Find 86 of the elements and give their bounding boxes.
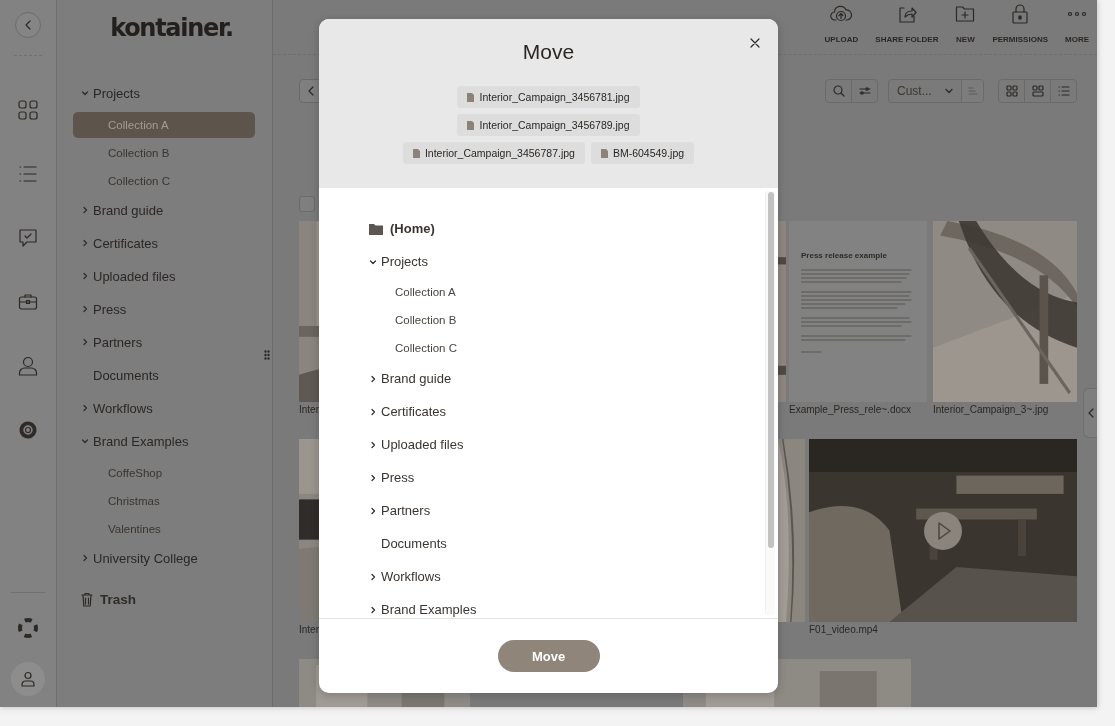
tree-item[interactable]: Christmas [73, 487, 255, 514]
file-name: Example_Press_rele~.docx [789, 404, 911, 415]
toolbar-button[interactable]: MORE [1065, 0, 1089, 54]
person-icon[interactable] [18, 356, 38, 376]
file-name: Interior_Campaign_3~.jpg [933, 404, 1049, 415]
toolbar-button[interactable]: UPLOAD [824, 0, 859, 54]
file-name: Inter [299, 404, 319, 415]
document-title: Press release example [801, 251, 888, 260]
file-chip: Interior_Campaign_3456789.jpg [457, 114, 640, 136]
folder-item[interactable]: Partners [369, 494, 729, 527]
file-chip: Interior_Campaign_3456787.jpg [402, 142, 585, 164]
lifebuoy-icon[interactable] [17, 617, 39, 639]
toolbar-button[interactable]: NEW [955, 0, 976, 54]
folder-item[interactable]: Collection B [369, 306, 729, 334]
tree-item[interactable]: Certificates [73, 226, 255, 260]
file-name: Inter [299, 624, 319, 635]
search-icon [832, 85, 845, 97]
file-chip: Interior_Campaign_3456781.jpg [457, 86, 640, 108]
play-icon[interactable] [923, 510, 963, 551]
folder-item[interactable]: Certificates [369, 395, 729, 428]
tree-item[interactable]: Partners [73, 325, 255, 359]
toolbar-button[interactable]: SHARE FOLDER [875, 0, 939, 54]
close-button[interactable] [748, 36, 762, 50]
more-icon [1067, 10, 1087, 18]
chat-check-icon[interactable] [18, 228, 38, 248]
grid-icon [1031, 85, 1044, 97]
new-folder-icon [955, 5, 976, 23]
grid-icon[interactable] [18, 100, 38, 120]
file-name: F01_video.mp4 [809, 624, 878, 635]
lock-icon [1011, 4, 1030, 24]
trash-icon [81, 592, 93, 607]
tree-item[interactable]: Brand guide [73, 193, 255, 227]
folder-item[interactable]: Projects [369, 245, 729, 278]
chevron-left-icon [307, 86, 315, 96]
tree-item[interactable]: Workflows [73, 391, 255, 425]
tree-item[interactable]: Collection A [73, 111, 255, 138]
collapse-panel-button[interactable] [1083, 388, 1097, 438]
account-button[interactable] [11, 662, 45, 696]
file-icon [412, 148, 420, 158]
file-chip: BM-604549.jpg [590, 142, 695, 164]
folder-item[interactable]: Collection A [369, 278, 729, 306]
share-folder-icon [896, 4, 917, 24]
folder-item[interactable]: Press [369, 461, 729, 494]
file-icon [467, 92, 475, 102]
logo: kontainer. [110, 13, 233, 42]
tree-item[interactable]: Brand Examples [73, 424, 255, 458]
tree-item[interactable]: Projects [73, 76, 255, 110]
tree-item[interactable]: CoffeShop [73, 459, 255, 486]
chevron-left-icon [24, 20, 32, 30]
tree-item[interactable]: Valentines [73, 515, 255, 542]
person-icon [21, 671, 35, 687]
move-button[interactable]: Move [497, 640, 600, 672]
trash-item[interactable]: Trash [81, 589, 272, 610]
tree-item[interactable]: Uploaded files [73, 259, 255, 293]
select-all-checkbox[interactable] [299, 196, 315, 212]
cloud-upload-icon [830, 5, 853, 23]
list-icon [1057, 86, 1070, 96]
folder-item[interactable]: Documents [369, 527, 729, 560]
scrollbar[interactable] [765, 191, 775, 615]
sort-dropdown[interactable]: Cust... [889, 80, 961, 102]
tree-item[interactable]: Documents [73, 358, 255, 392]
tree-item[interactable]: Press [73, 292, 255, 326]
dialog-title: Move [522, 39, 575, 64]
list-icon[interactable] [18, 164, 38, 184]
scrollbar-thumb[interactable] [767, 192, 774, 548]
grid-icon [1005, 85, 1018, 97]
file-icon [600, 148, 608, 158]
sliders-icon [858, 86, 871, 96]
tree-item[interactable]: University College [73, 541, 255, 575]
folder-item[interactable]: (Home) [369, 212, 729, 245]
toolbar-button[interactable]: PERMISSIONS [992, 0, 1048, 54]
chevron-down-icon [945, 88, 953, 94]
folder-item[interactable]: Workflows [369, 560, 729, 593]
folder-item[interactable]: Brand guide [369, 362, 729, 395]
folder-item[interactable]: Uploaded files [369, 428, 729, 461]
drag-handle-icon[interactable] [264, 350, 270, 360]
file-icon [467, 120, 475, 130]
tree-item[interactable]: Collection C [73, 167, 255, 194]
folder-item[interactable]: Collection C [369, 334, 729, 362]
briefcase-icon[interactable] [18, 292, 38, 312]
close-icon [750, 38, 760, 48]
document-thumbnail[interactable]: Press release example [789, 221, 927, 402]
tree-item[interactable]: Collection B [73, 139, 255, 166]
folder-icon [369, 222, 383, 235]
chevron-left-icon [1087, 408, 1094, 418]
folder-item[interactable]: Brand Examples [369, 593, 729, 618]
